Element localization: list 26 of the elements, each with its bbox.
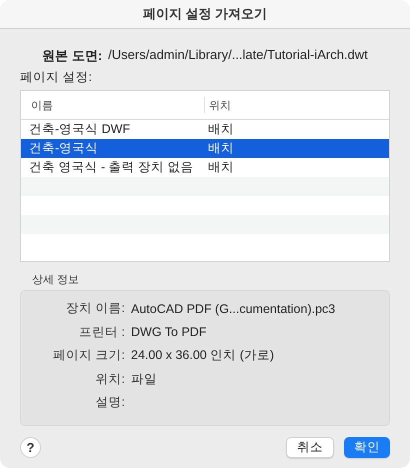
table-cell-text: 배치 <box>207 159 235 176</box>
table-cell-text: 건축-영국식 DWF <box>28 121 132 138</box>
list-label: 페이지 설정: <box>20 69 92 86</box>
table-cell-text: 배치 <box>207 121 235 138</box>
table-cell-text: 건축 영국식 - 출력 장치 없음 <box>28 159 195 176</box>
field-label: 위치: <box>94 370 125 388</box>
table-row[interactable]: 건축-영국식 배치 <box>21 139 389 158</box>
field-value: 24.00 x 36.00 인치 (가로) <box>131 347 276 364</box>
field-value: 파일 <box>131 370 158 388</box>
table-cell-text: 배치 <box>207 140 235 157</box>
cancel-button[interactable]: 취소 <box>286 437 334 458</box>
column-header[interactable]: 이름 <box>21 91 204 119</box>
field-label: 프린터 : <box>78 324 125 341</box>
field-label: 설명: <box>94 394 125 412</box>
window-title: 페이지 설정 가져오기 <box>142 5 268 23</box>
source-label: 원본 도면: <box>42 47 102 65</box>
column-header[interactable]: 위치 <box>204 97 389 113</box>
field-value: AutoCAD PDF (G...cumentation).pc3 <box>131 302 336 316</box>
source-path: /Users/admin/Library/...late/Tutorial-iArch.dwt <box>108 47 368 64</box>
field-label: 페이지 크기: <box>52 347 125 364</box>
ok-button[interactable]: 확인 <box>344 437 390 458</box>
help-button[interactable]: ? <box>20 437 41 458</box>
section-title: 상세 정보 <box>32 273 80 287</box>
field-label: 장치 이름: <box>65 300 125 318</box>
field-value: DWG To PDF <box>131 325 208 340</box>
table-cell-text: 건축-영국식 <box>28 140 100 157</box>
